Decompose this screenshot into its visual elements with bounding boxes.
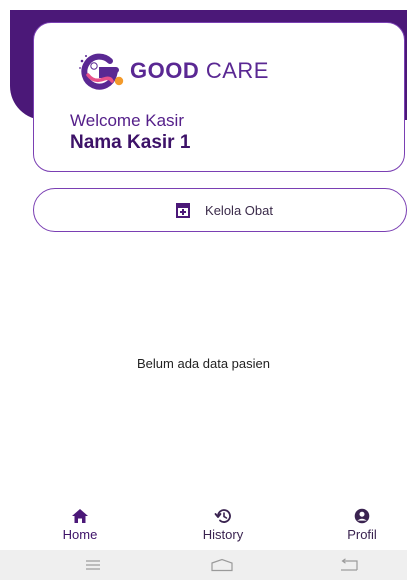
welcome-label: Welcome Kasir [70,111,184,130]
bottom-navigation: Home History Profil [0,502,407,550]
nav-history-label: History [202,527,244,542]
app-logo: GOOD CARE [74,51,269,91]
cashier-name: Nama Kasir 1 [70,132,191,153]
medicine-box-icon [176,203,191,218]
home-outline-icon[interactable] [209,558,235,572]
system-navigation-bar [0,550,407,580]
kelola-obat-button[interactable]: Kelola Obat [33,188,407,232]
status-area [0,0,407,10]
home-icon [72,509,88,523]
back-icon[interactable] [338,558,360,572]
nav-home-label: Home [62,527,98,542]
good-care-logo-icon [79,53,124,90]
empty-state-message: Belum ada data pasien [137,356,270,371]
nav-profil[interactable]: Profil [322,508,402,542]
welcome-card: GOOD CARE Welcome Kasir Nama Kasir 1 [33,22,405,172]
history-icon [214,509,231,523]
user-circle-icon [354,508,370,524]
brand-name-light: CARE [199,58,269,83]
kelola-obat-label: Kelola Obat [205,202,273,218]
menu-icon[interactable] [84,558,102,572]
nav-profil-label: Profil [347,527,377,542]
brand-name-bold: GOOD [130,58,200,83]
brand-name: GOOD CARE [130,58,269,84]
nav-home[interactable]: Home [40,508,120,542]
nav-history[interactable]: History [183,508,263,542]
